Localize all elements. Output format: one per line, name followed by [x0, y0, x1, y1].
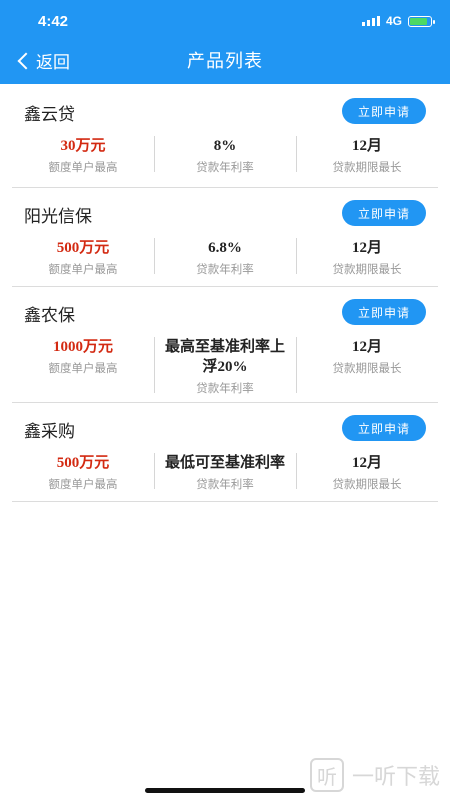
limit-label: 额度单户最高 — [48, 363, 118, 375]
limit-stat: 500万元 额度单户最高 — [12, 453, 154, 493]
apply-button[interactable]: 立即申请 — [342, 415, 426, 441]
rate-value: 6.8% — [208, 240, 242, 256]
product-card: 鑫农保 立即申请 1000万元 额度单户最高 最高至基准利率上浮20% 贷款年利… — [12, 287, 438, 403]
status-indicators: 4G — [361, 14, 435, 28]
limit-value: 500万元 — [56, 455, 110, 471]
term-label: 贷款期限最长 — [332, 479, 402, 491]
rate-label: 贷款年利率 — [196, 264, 254, 276]
rate-stat: 最高至基准利率上浮20% 贷款年利率 — [154, 337, 296, 397]
watermark-text: 一听下载 — [351, 764, 440, 789]
rate-stat: 6.8% 贷款年利率 — [154, 238, 296, 278]
apply-button[interactable]: 立即申请 — [342, 299, 426, 325]
rate-label: 贷款年利率 — [196, 383, 254, 395]
home-indicator[interactable] — [145, 788, 305, 793]
term-value: 12月 — [351, 138, 382, 154]
battery-icon — [408, 15, 435, 27]
product-name: 鑫云贷 — [24, 105, 75, 124]
apply-button[interactable]: 立即申请 — [342, 98, 426, 124]
term-value: 12月 — [351, 455, 382, 471]
rate-value: 最低可至基准利率 — [164, 455, 285, 471]
rate-value: 最高至基准利率上浮20% — [164, 339, 285, 375]
term-label: 贷款期限最长 — [332, 363, 402, 375]
term-stat: 12月 贷款期限最长 — [296, 136, 438, 176]
limit-value: 500万元 — [56, 240, 110, 256]
product-name: 阳光信保 — [24, 207, 92, 226]
top-bar: 4:42 4G 返回 产品列表 — [0, 0, 450, 84]
limit-label: 额度单户最高 — [48, 479, 118, 491]
term-value: 12月 — [351, 339, 382, 355]
network-type: 4G — [385, 14, 402, 28]
rate-stat: 8% 贷款年利率 — [154, 136, 296, 176]
product-card: 鑫云贷 立即申请 30万元 额度单户最高 8% 贷款年利率 12月 贷款期限最长 — [12, 86, 438, 188]
product-card: 阳光信保 立即申请 500万元 额度单户最高 6.8% 贷款年利率 12月 贷款… — [12, 188, 438, 287]
limit-stat: 500万元 额度单户最高 — [12, 238, 154, 278]
status-time: 4:42 — [38, 13, 69, 30]
rate-label: 贷款年利率 — [196, 479, 254, 491]
limit-stat: 1000万元 额度单户最高 — [12, 337, 154, 397]
page-title: 产品列表 — [187, 51, 263, 71]
limit-value: 30万元 — [60, 138, 106, 154]
term-stat: 12月 贷款期限最长 — [296, 453, 438, 493]
term-value: 12月 — [351, 240, 382, 256]
rate-stat: 最低可至基准利率 贷款年利率 — [154, 453, 296, 493]
term-label: 贷款期限最长 — [332, 162, 402, 174]
term-stat: 12月 贷款期限最长 — [296, 337, 438, 397]
term-stat: 12月 贷款期限最长 — [296, 238, 438, 278]
limit-stat: 30万元 额度单户最高 — [12, 136, 154, 176]
apply-button[interactable]: 立即申请 — [342, 200, 426, 226]
limit-label: 额度单户最高 — [48, 162, 118, 174]
limit-label: 额度单户最高 — [48, 264, 118, 276]
term-label: 贷款期限最长 — [332, 264, 402, 276]
product-list: 鑫云贷 立即申请 30万元 额度单户最高 8% 贷款年利率 12月 贷款期限最长… — [12, 86, 438, 502]
watermark-logo-icon: 听 — [309, 758, 344, 792]
rate-label: 贷款年利率 — [196, 162, 254, 174]
product-name: 鑫农保 — [24, 306, 75, 325]
limit-value: 1000万元 — [52, 339, 113, 355]
signal-icon — [361, 16, 380, 26]
product-card: 鑫采购 立即申请 500万元 额度单户最高 最低可至基准利率 贷款年利率 12月… — [12, 403, 438, 502]
rate-value: 8% — [213, 138, 237, 154]
product-name: 鑫采购 — [24, 422, 75, 441]
watermark: 听 一听下载 — [309, 758, 440, 792]
